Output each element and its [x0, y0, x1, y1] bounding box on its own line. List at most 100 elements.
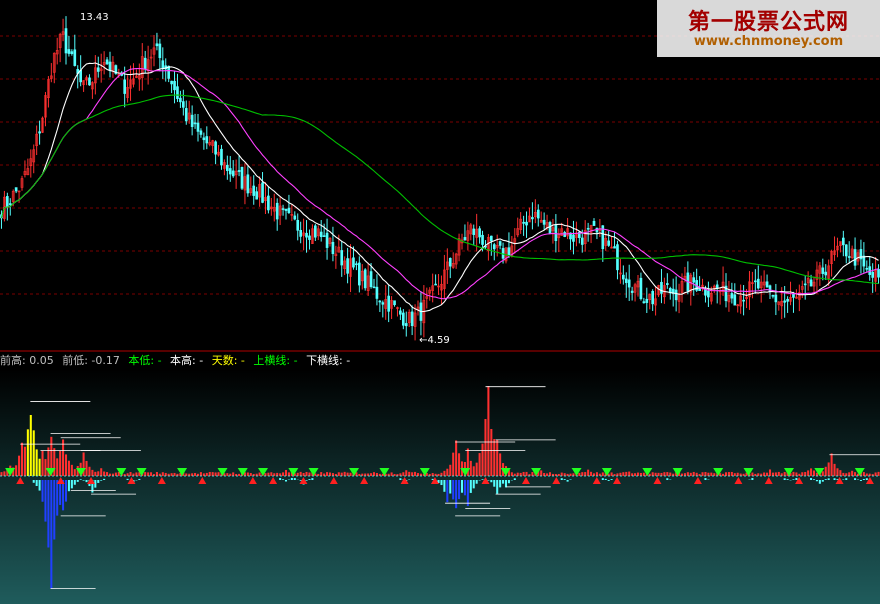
candle-body	[692, 277, 696, 283]
down-triangle-marker	[571, 468, 582, 476]
down-triangle-marker	[45, 468, 56, 476]
up-triangle-marker	[16, 477, 25, 484]
candle-body	[299, 229, 302, 237]
ma-line	[0, 68, 879, 300]
up-triangle-marker	[552, 477, 561, 484]
candle-body	[613, 246, 616, 249]
candle-body	[196, 122, 200, 132]
candle-body	[281, 208, 285, 210]
up-triangle-marker	[795, 477, 804, 484]
candle-body	[616, 244, 619, 271]
candle-body	[402, 312, 405, 326]
candle-body	[231, 170, 235, 177]
candle-body	[287, 207, 291, 214]
candle-body	[630, 290, 634, 293]
candle-body	[463, 237, 467, 241]
down-triangle-marker	[814, 468, 825, 476]
candle-body	[70, 51, 74, 55]
candle-body	[325, 232, 329, 248]
candle-body	[404, 323, 408, 327]
candle-body	[284, 208, 288, 211]
candle-body	[79, 70, 82, 83]
candle-body	[627, 279, 631, 288]
down-triangle-marker	[379, 468, 390, 476]
down-triangle-marker	[5, 468, 16, 476]
up-triangle-marker	[198, 477, 207, 484]
candle-body	[378, 300, 382, 303]
candle-body	[199, 130, 203, 135]
candle-body	[308, 235, 311, 240]
candle-body	[742, 299, 745, 302]
candle-body	[322, 235, 326, 237]
candle-body	[261, 182, 264, 203]
candle-body	[786, 298, 789, 302]
up-triangle-marker	[269, 477, 278, 484]
down-triangle-marker	[672, 468, 683, 476]
up-triangle-marker	[360, 477, 369, 484]
candle-body	[704, 289, 707, 296]
candle-body	[358, 262, 361, 286]
up-triangle-marker	[481, 477, 490, 484]
down-triangle-marker	[177, 468, 188, 476]
candle-body	[472, 228, 476, 235]
candle-body	[193, 122, 197, 125]
candle-body	[754, 280, 757, 283]
down-triangle-marker	[713, 468, 724, 476]
down-triangle-marker	[237, 468, 248, 476]
candle-body	[492, 244, 496, 250]
candle-body	[155, 43, 159, 47]
candle-body	[572, 234, 575, 242]
candle-body	[660, 281, 663, 294]
candle-body	[645, 298, 649, 303]
candle-body	[267, 195, 270, 211]
candle-body	[214, 141, 217, 155]
up-triangle-marker	[127, 477, 136, 484]
candle-body	[246, 174, 250, 194]
up-triangle-marker	[299, 477, 308, 484]
candle-body	[123, 79, 126, 94]
down-triangle-marker	[642, 468, 653, 476]
down-triangle-marker	[500, 468, 511, 476]
candle-body	[381, 302, 385, 305]
up-triangle-marker	[248, 477, 257, 484]
candle-body	[871, 271, 874, 278]
candle-body	[363, 269, 367, 289]
candle-body	[372, 286, 376, 289]
candle-body	[161, 60, 165, 69]
candle-body	[580, 237, 584, 245]
candle-body	[478, 228, 481, 238]
up-triangle-marker	[835, 477, 844, 484]
legend-item-this-low: 本低: -	[128, 354, 162, 367]
legend-item-lower-line: 下横线: -	[306, 354, 351, 367]
watermark-logo: 第一股票公式网 www.chnmoney.com	[657, 0, 880, 57]
candle-body	[639, 277, 643, 300]
candle-body	[202, 137, 206, 141]
down-triangle-marker	[783, 468, 794, 476]
up-triangle-marker	[157, 477, 166, 484]
candle-body	[842, 237, 845, 246]
candle-body	[67, 49, 71, 54]
candle-body	[651, 290, 654, 305]
candle-body	[698, 288, 701, 291]
max-price-label: 13.43	[80, 12, 109, 23]
up-triangle-marker	[764, 477, 773, 484]
candle-body	[170, 80, 173, 85]
up-triangle-marker	[865, 477, 874, 484]
up-triangle-marker	[329, 477, 338, 484]
down-triangle-marker	[601, 468, 612, 476]
candle-body	[176, 86, 179, 99]
up-triangle-marker	[56, 477, 65, 484]
candle-body	[410, 311, 414, 327]
candle-body	[8, 203, 12, 206]
down-triangle-marker	[460, 468, 471, 476]
down-triangle-marker	[531, 468, 542, 476]
candle-body	[844, 244, 848, 257]
up-triangle-marker	[613, 477, 622, 484]
candle-body	[525, 221, 528, 226]
candle-body	[393, 300, 396, 306]
legend-item-this-high: 本高: -	[170, 354, 204, 367]
candle-body	[877, 268, 880, 278]
candle-body	[182, 101, 185, 108]
candle-body	[88, 77, 91, 86]
candle-body	[756, 278, 760, 289]
